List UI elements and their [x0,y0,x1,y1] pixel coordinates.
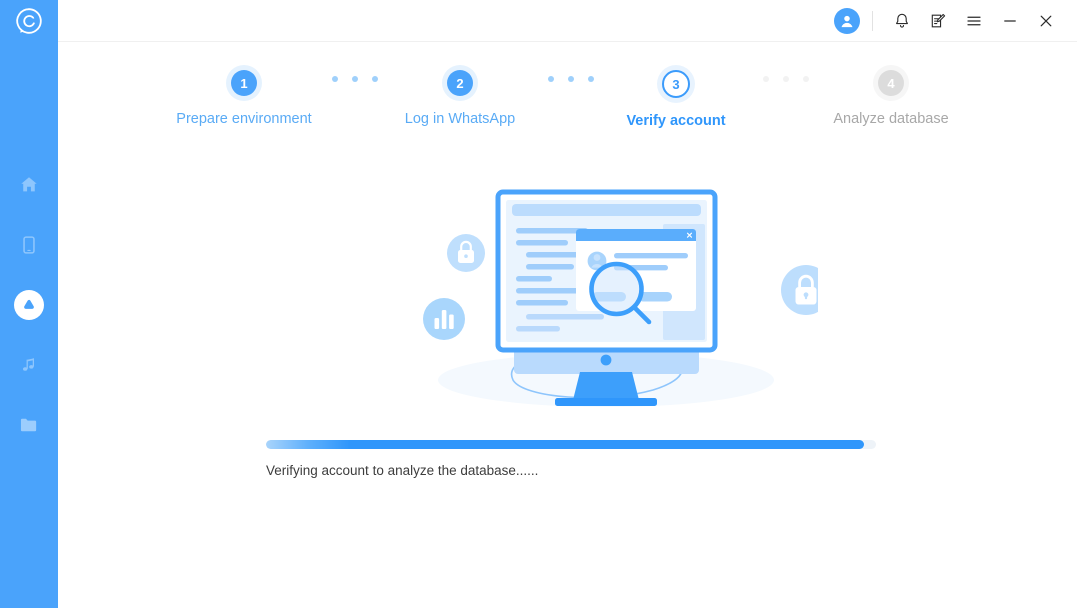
connector-dot [548,76,554,82]
droplet-icon [14,290,44,320]
titlebar-buttons [834,6,1061,36]
connector-dot [332,76,338,82]
app-logo [11,6,47,41]
connector-dot [763,76,769,82]
chart-badge [423,298,465,340]
step-4-label: Analyze database [833,111,949,127]
whatsapp-recovery-logo-icon [14,6,44,41]
sidebar [0,0,58,608]
database-verification-illustration [398,180,831,415]
phone-icon [18,234,40,256]
step-2-number: 2 [456,75,464,91]
stepper: 1 Prepare environment 2 Log in WhatsApp [58,64,1077,144]
step-1-label: Prepare environment [176,111,312,127]
step-1[interactable]: 1 Prepare environment [134,64,354,127]
step-3[interactable]: 3 Verify account [566,64,786,129]
lock-badge-large [781,265,831,315]
app-window: 1 Prepare environment 2 Log in WhatsApp [0,0,1077,608]
step-2-circle: 2 [447,70,473,96]
progress-status-text: Verifying account to analyze the databas… [266,463,539,478]
step-2-label: Log in WhatsApp [404,111,516,127]
step-4-circle: 4 [878,70,904,96]
progress-track [266,440,876,449]
sidebar-item-recover[interactable] [0,275,58,335]
minimize-icon[interactable] [995,6,1025,36]
titlebar [58,0,1077,42]
sidebar-item-music[interactable] [0,335,58,395]
close-icon[interactable] [1031,6,1061,36]
sidebar-item-home[interactable] [0,155,58,215]
progress-section: Verifying account to analyze the databas… [266,440,876,478]
feedback-icon[interactable] [923,6,953,36]
music-icon [19,355,39,375]
step-4-number: 4 [887,75,895,91]
step-1-number: 1 [240,75,248,91]
folder-icon [18,414,40,436]
sidebar-item-files[interactable] [0,395,58,455]
bell-icon[interactable] [887,6,917,36]
sidebar-nav [0,155,58,455]
lock-badge-small [447,234,485,272]
progress-fill [266,440,864,449]
step-3-circle: 3 [662,70,690,98]
home-icon [18,174,40,196]
step-3-number: 3 [672,76,680,92]
sidebar-item-device[interactable] [0,215,58,275]
step-1-circle: 1 [231,70,257,96]
main-area: 1 Prepare environment 2 Log in WhatsApp [58,0,1077,608]
step-3-label: Verify account [626,113,726,129]
menu-icon[interactable] [959,6,989,36]
step-4[interactable]: 4 Analyze database [781,64,1001,127]
user-avatar-icon[interactable] [834,7,860,34]
step-2[interactable]: 2 Log in WhatsApp [350,64,570,127]
titlebar-divider [872,10,873,31]
